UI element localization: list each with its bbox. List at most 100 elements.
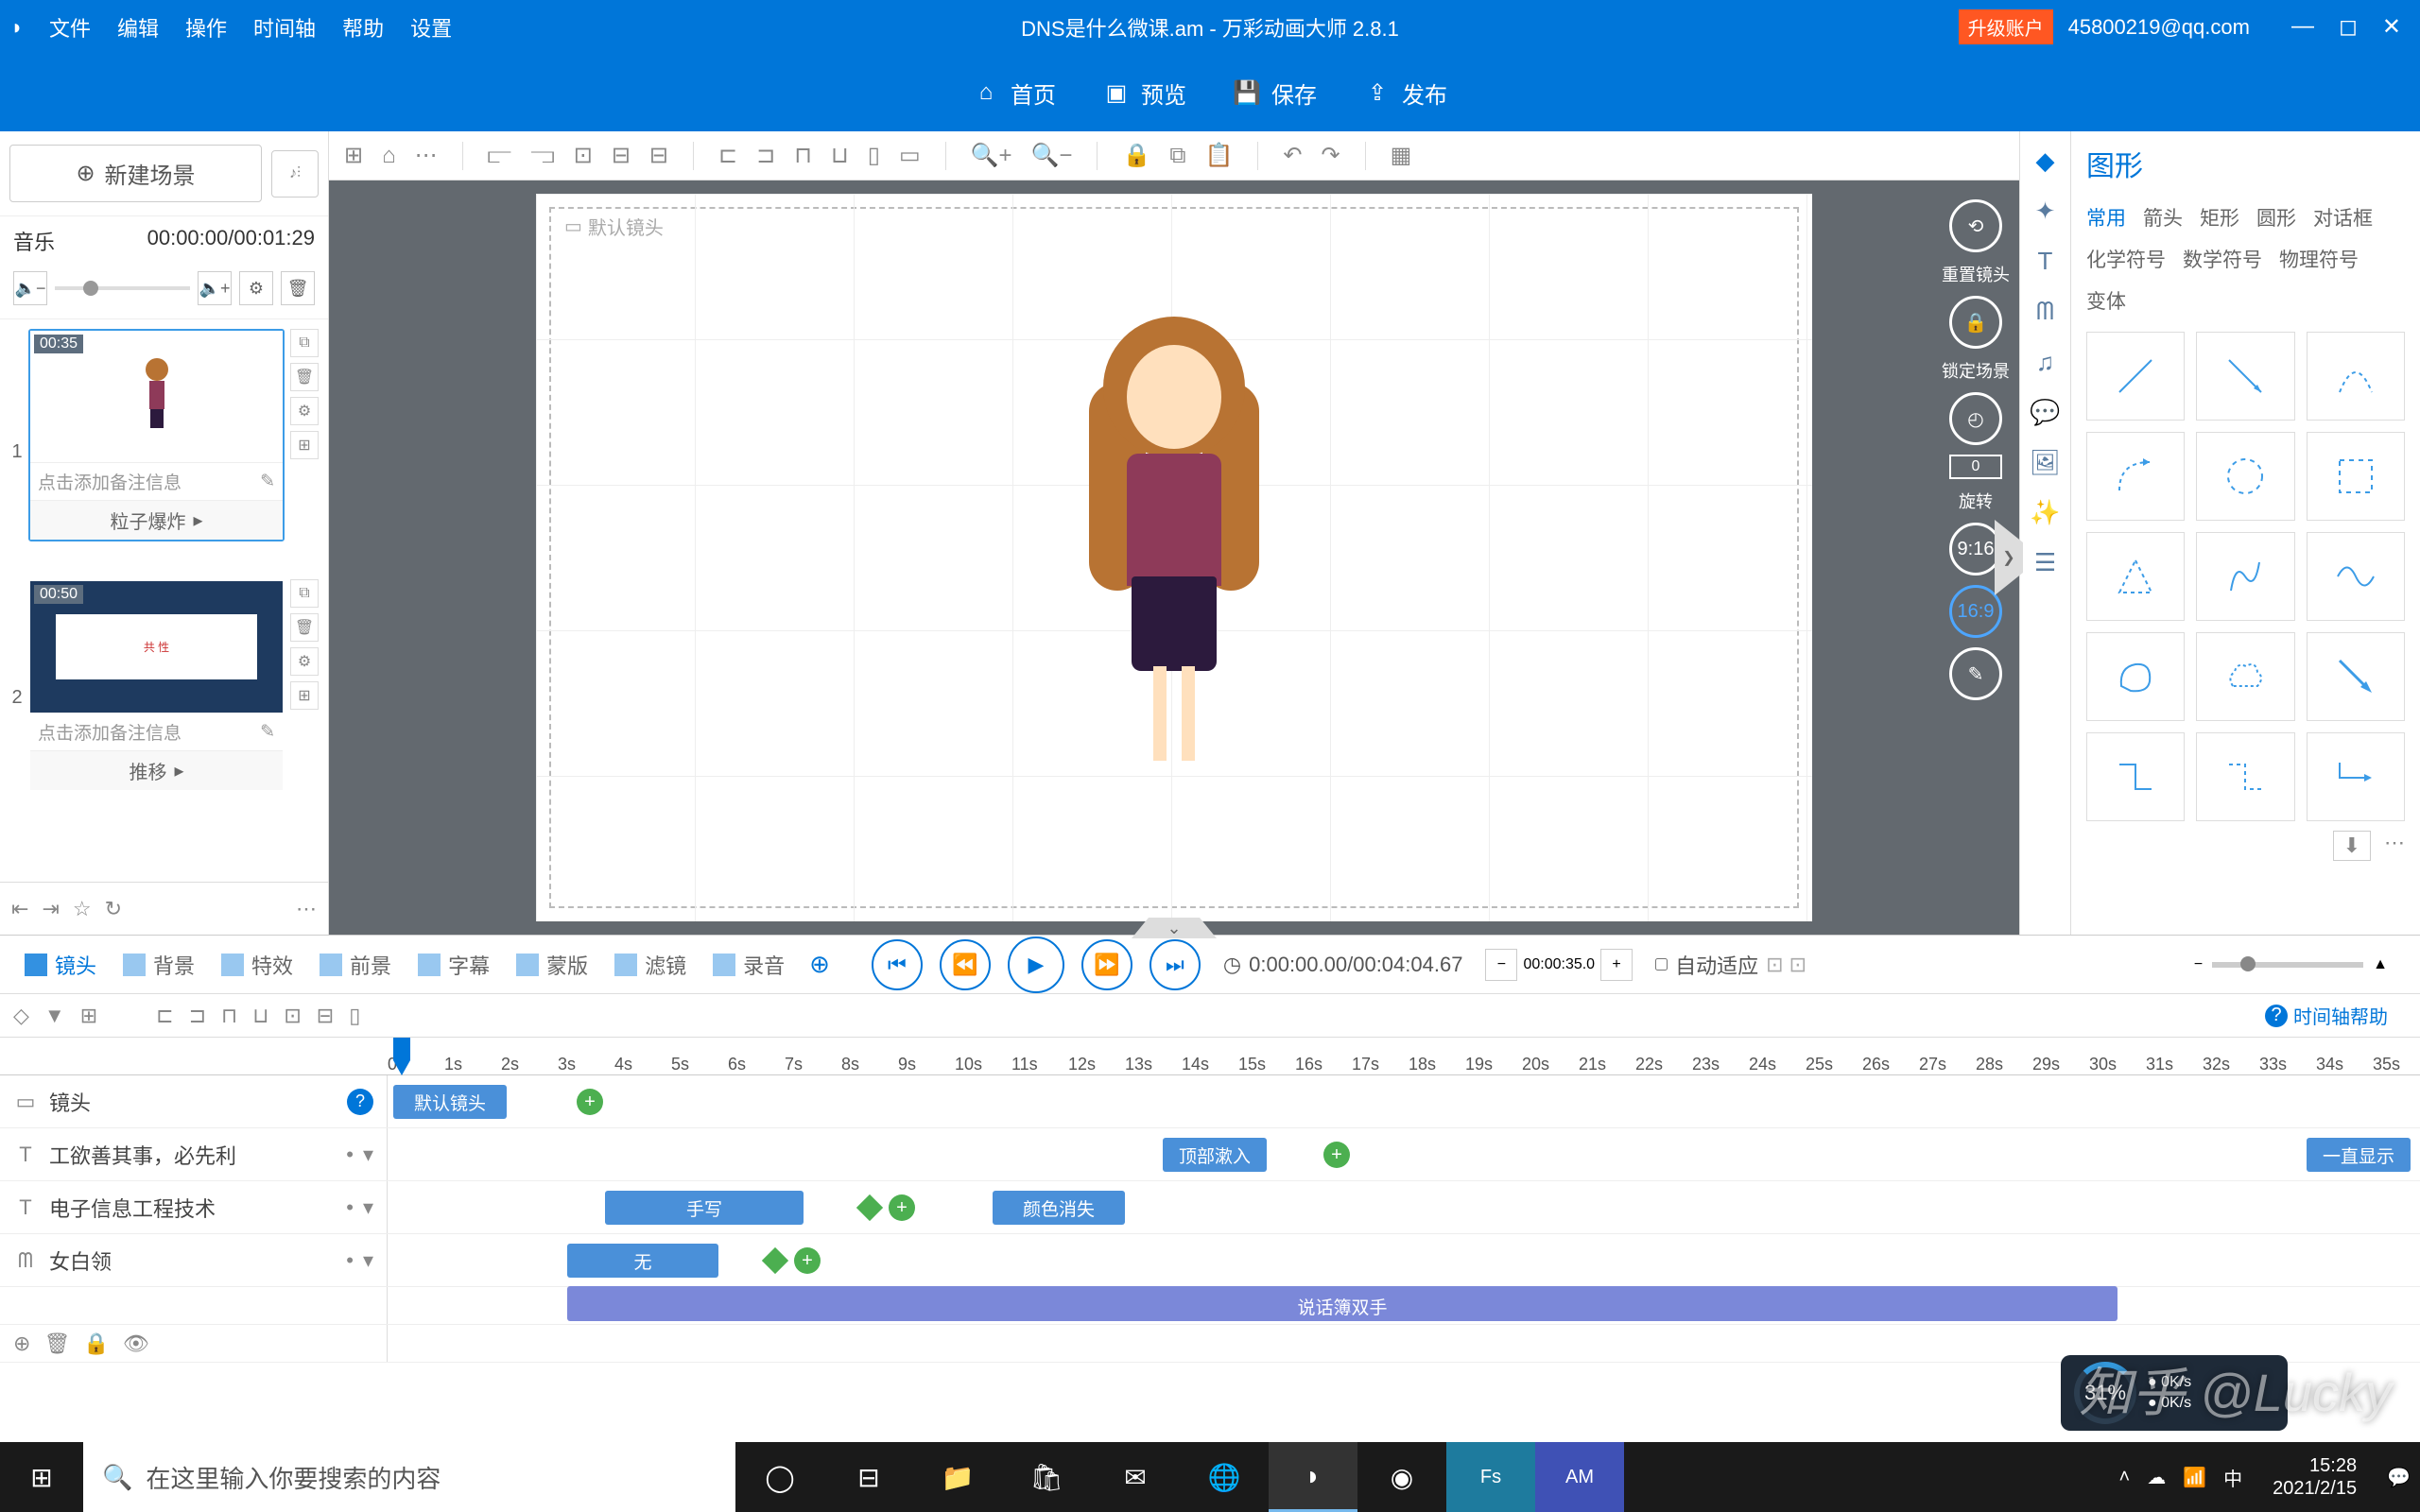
shape-curve-arrow[interactable] [2086,432,2185,521]
tab-variant[interactable]: 变体 [2086,286,2126,315]
tab-mask[interactable]: 蒙版 [505,944,599,986]
shape-dashed-rect[interactable] [2307,432,2405,521]
taskbar-mail[interactable]: ✉ [1091,1442,1180,1512]
distribute-icon[interactable]: ⊏ [718,142,737,169]
edit-button[interactable]: ✎ [1949,647,2002,700]
tl-tool[interactable]: ⊡ [284,1004,301,1028]
play-icon[interactable]: ▸ [174,759,183,782]
clip-color-fade[interactable]: 颜色消失 [993,1191,1125,1225]
distribute-icon[interactable]: ⊐ [756,142,775,169]
new-scene-button[interactable]: ⊕新建场景 [9,145,262,202]
edit-icon[interactable]: ✎ [260,471,275,492]
audio-settings-button[interactable]: ⚙ [239,271,273,305]
start-button[interactable]: ⊞ [0,1442,83,1512]
tool-icon[interactable]: ✦ [2035,197,2056,226]
clip-none[interactable]: 无 [567,1244,718,1278]
shape-arc[interactable] [2307,332,2405,421]
tl-del-icon[interactable]: 🗑 [43,1332,70,1356]
align-icon[interactable]: ⊟ [649,142,668,169]
shape-wave[interactable] [2307,532,2405,621]
tab-rect[interactable]: 矩形 [2200,203,2239,232]
nav-preview[interactable]: ▣预览 [1103,77,1186,110]
rotate-value[interactable]: 0 [1949,455,2002,479]
tl-tool[interactable]: ⊔ [252,1004,268,1028]
taskbar-chrome[interactable]: ◉ [1357,1442,1446,1512]
keyframe-icon[interactable] [856,1194,883,1221]
menu-settings[interactable]: 设置 [410,12,452,43]
account-label[interactable]: 45800219@qq.com [2068,15,2250,40]
add-keyframe-button[interactable]: + [577,1089,603,1115]
taskbar-am[interactable]: AM [1535,1442,1624,1512]
volume-slider[interactable] [55,286,190,290]
menu-edit[interactable]: 编辑 [117,12,159,43]
nav-publish[interactable]: ⇪发布 [1364,77,1447,110]
autofit-checkbox[interactable] [1655,958,1668,971]
add-tab-button[interactable]: ⊕ [809,950,830,979]
redo-icon[interactable]: ↷ [1321,142,1340,169]
paste-icon[interactable]: 📋 [1204,142,1233,169]
distribute-icon[interactable]: ⊓ [794,142,812,169]
tl-tool[interactable]: ⊏ [156,1004,173,1028]
tl-tool[interactable]: ▼ [44,1004,65,1028]
tl-tool[interactable]: ▯ [349,1004,360,1028]
zoom-slider[interactable] [2212,962,2363,968]
tab-subtitle[interactable]: 字幕 [406,944,501,986]
clip-always-show[interactable]: 一直显示 [2307,1138,2411,1172]
shape-dashed-circle[interactable] [2196,432,2294,521]
time-plus-button[interactable]: + [1600,949,1633,981]
tray-notifications-icon[interactable]: 💬 [2387,1466,2411,1489]
zoom-in-icon[interactable]: ▲ [2373,956,2388,973]
chat-tool-icon[interactable]: 💬 [2030,398,2060,427]
taskbar-edge[interactable]: 🌐 [1180,1442,1269,1512]
scene-new-button[interactable]: ⊞ [290,431,319,459]
tl-tool[interactable]: ⊐ [189,1004,206,1028]
taskbar-fs[interactable]: Fs [1446,1442,1535,1512]
nav-home[interactable]: ⌂首页 [973,77,1056,110]
add-keyframe-button[interactable]: + [889,1194,915,1221]
shape-step[interactable] [2086,732,2185,821]
tab-filter[interactable]: 滤镜 [603,944,698,986]
tab-phys[interactable]: 物理符号 [2279,245,2359,273]
tray-up-icon[interactable]: ˄ [2119,1467,2131,1488]
shape-arrow[interactable] [2196,332,2294,421]
menu-help[interactable]: 帮助 [342,12,384,43]
tl-tool[interactable]: ◇ [13,1004,29,1028]
menu-file[interactable]: 文件 [49,12,91,43]
taskbar-search[interactable]: 🔍在这里输入你要搜索的内容 [83,1442,735,1512]
footer-star-button[interactable]: ☆ [73,897,92,921]
zoom-in-icon[interactable]: 🔍+ [971,142,1012,169]
clip-speak[interactable]: 说话簿双手 [567,1291,2118,1321]
scene-card-2[interactable]: 00:50 共 性 点击添加备注信息✎ 推移▸ [28,579,285,792]
play-prev-button[interactable]: ⏪ [940,939,991,990]
tab-math[interactable]: 数学符号 [2183,245,2262,273]
tray-wifi-icon[interactable]: 📶 [2183,1466,2206,1489]
shape-step-arrow[interactable] [2307,732,2405,821]
scene-music-toggle[interactable]: ♪⫶ [271,150,319,198]
scene-settings-button[interactable]: ⚙ [290,647,319,676]
maximize-button[interactable]: ◻ [2339,13,2358,41]
shape-cloud[interactable] [2196,632,2294,721]
layers-tool-icon[interactable]: ☰ [2034,548,2056,577]
tl-tool[interactable]: ⊓ [221,1004,237,1028]
align-icon[interactable]: ⊟ [612,142,631,169]
image-tool-icon[interactable]: 🖼 [2030,448,2061,477]
taskbar-app-active[interactable]: ◗ [1269,1442,1357,1512]
timeline-ruler[interactable]: 0s1s2s3s4s5s6s7s8s9s10s11s12s13s14s15s16… [0,1038,2420,1075]
expand-right-chevron-icon[interactable]: ❯ [1995,520,2023,595]
music-tool-icon[interactable]: ♫ [2036,348,2055,377]
close-button[interactable]: ✕ [2382,13,2401,41]
menu-timeline[interactable]: 时间轴 [253,12,316,43]
ruler-icon[interactable]: ⊞ [344,142,363,169]
distribute-icon[interactable]: ▭ [899,142,921,169]
tab-effects[interactable]: 特效 [210,944,304,986]
taskview-icon[interactable]: ◯ [735,1442,824,1512]
tab-chem[interactable]: 化学符号 [2086,245,2166,273]
canvas-area[interactable]: ▭ 默认镜头 ⟲ 重置镜头 🔒 锁定场景 ◴ 0 旋转 9:16 16:9 ✎ [329,180,2019,935]
scene-new-button[interactable]: ⊞ [290,681,319,710]
lock-scene-button[interactable]: 🔒 [1949,296,2002,349]
help-icon[interactable]: ? [347,1089,373,1115]
text-tool-icon[interactable]: T [2038,247,2053,276]
scene-copy-button[interactable]: ⧉ [290,579,319,608]
distribute-icon[interactable]: ▯ [868,142,880,169]
align-icon[interactable]: ⫎ [530,143,555,169]
